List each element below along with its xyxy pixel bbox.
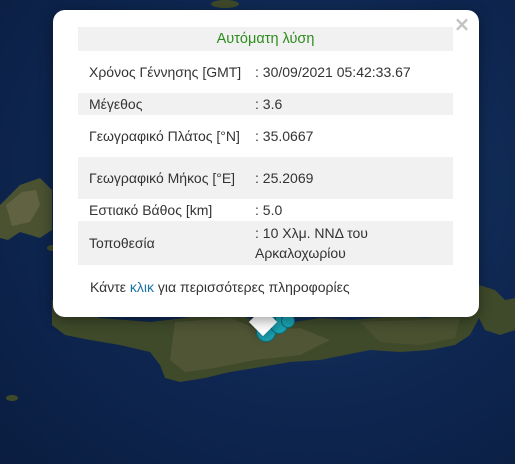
longitude-value: : 25.2069 xyxy=(249,157,453,199)
depth-value: : 5.0 xyxy=(255,202,283,218)
latitude-value: : 35.0667 xyxy=(255,128,314,144)
origin-time-value: : 30/09/2021 05:42:33.67 xyxy=(255,64,411,80)
close-icon[interactable]: × xyxy=(453,14,471,34)
magnitude-value: : 3.6 xyxy=(249,93,453,115)
magnitude-label: Μέγεθος xyxy=(78,93,249,115)
location-value: : 10 Χλμ. ΝΝΔ του Αρκαλοχωρίου xyxy=(249,221,453,265)
earthquake-info-table: Αυτόματη λύση Χρόνος Γέννησης [GMT] : 30… xyxy=(78,27,453,265)
more-info-link[interactable]: κλικ xyxy=(130,279,154,295)
latitude-label: Γεωγραφικό Πλάτος [°N] xyxy=(89,128,240,144)
depth-label: Εστιακό Βάθος [km] xyxy=(89,202,213,218)
origin-time-label: Χρόνος Γέννησης [GMT] xyxy=(89,64,242,80)
earthquake-info-popup: × Αυτόματη λύση Χρόνος Γέννησης [GMT] : … xyxy=(53,10,479,317)
more-info-text: Κάντε κλικ για περισσότερες πληροφορίες xyxy=(90,279,350,295)
popup-title: Αυτόματη λύση xyxy=(78,27,453,51)
longitude-label: Γεωγραφικό Μήκος [°E] xyxy=(78,157,249,199)
location-label: Τοποθεσία xyxy=(78,221,249,265)
footer-text-before: Κάντε xyxy=(90,279,130,295)
footer-text-after: για περισσότερες πληροφορίες xyxy=(154,279,350,295)
